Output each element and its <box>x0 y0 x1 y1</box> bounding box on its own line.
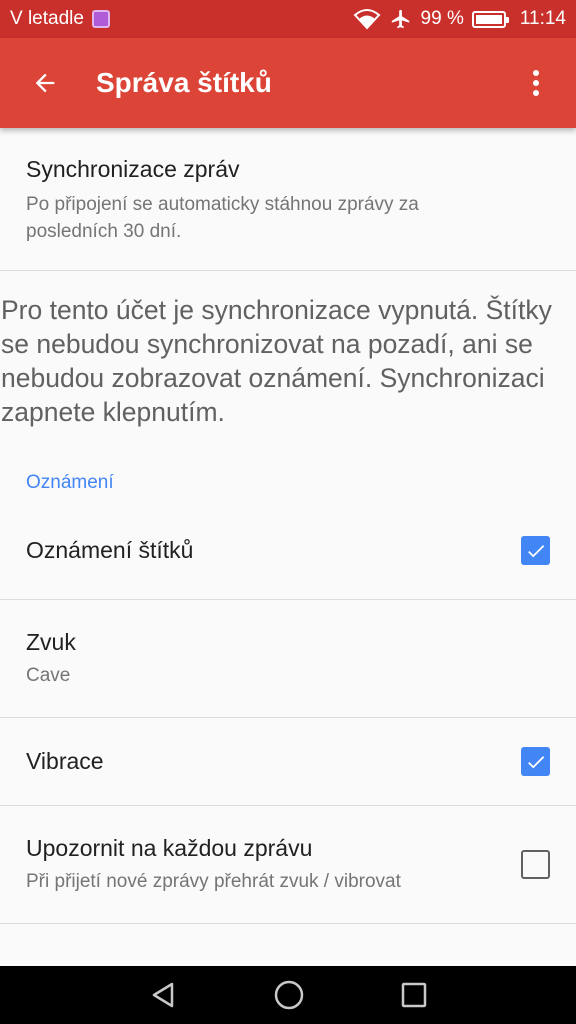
sound-pref[interactable]: Zvuk Cave <box>0 600 576 718</box>
sync-disabled-notice[interactable]: Pro tento účet je synchronizace vypnutá.… <box>0 271 576 456</box>
airplane-mode-icon <box>391 9 409 29</box>
sync-summary: Po připojení se automaticky stáhnou zprá… <box>26 194 419 242</box>
overflow-menu-button[interactable] <box>496 38 576 128</box>
settings-list: Synchronizace zpráv Po připojení se auto… <box>0 128 576 966</box>
recents-nav-icon[interactable] <box>400 981 428 1009</box>
sync-messages-pref[interactable]: Synchronizace zpráv Po připojení se auto… <box>0 128 576 271</box>
checkmark-icon <box>527 544 544 557</box>
back-button[interactable] <box>0 38 90 128</box>
notify-every-message-summary: Při přijetí nové zprávy přehrát zvuk / v… <box>26 870 401 892</box>
battery-icon <box>471 10 509 28</box>
carrier-label: V letadle <box>10 8 84 29</box>
page-title: Správa štítků <box>96 67 272 98</box>
sound-title: Zvuk <box>26 628 76 655</box>
image-notification-icon <box>91 10 110 28</box>
notifications-section-header: Oznámení <box>26 472 114 493</box>
status-bar: V letadle 99 % 11:14 <box>0 0 576 38</box>
more-vert-icon <box>533 70 539 96</box>
notify-every-message-title: Upozornit na každou zprávu <box>26 834 313 861</box>
vibrate-checkbox[interactable] <box>521 747 550 776</box>
notify-every-message-checkbox[interactable] <box>521 850 550 879</box>
label-notifications-pref[interactable]: Oznámení štítků <box>0 502 576 600</box>
notify-every-message-pref[interactable]: Upozornit na každou zprávu Při přijetí n… <box>0 806 576 924</box>
label-notifications-checkbox[interactable] <box>521 536 550 565</box>
sound-summary: Cave <box>26 664 71 686</box>
clock: 11:14 <box>519 8 566 29</box>
arrow-back-icon <box>35 73 55 93</box>
label-notifications-title: Oznámení štítků <box>26 537 194 563</box>
battery-percent: 99 % <box>420 8 464 29</box>
system-nav-bar <box>0 966 576 1024</box>
wifi-icon <box>353 9 380 30</box>
back-nav-icon[interactable] <box>148 980 178 1010</box>
vibrate-pref[interactable]: Vibrace <box>0 718 576 806</box>
checkmark-icon <box>527 755 544 768</box>
vibrate-title: Vibrace <box>26 748 104 774</box>
sync-title: Synchronizace zpráv <box>26 156 240 182</box>
home-nav-icon[interactable] <box>273 979 305 1011</box>
app-bar: Správa štítků <box>0 38 576 128</box>
